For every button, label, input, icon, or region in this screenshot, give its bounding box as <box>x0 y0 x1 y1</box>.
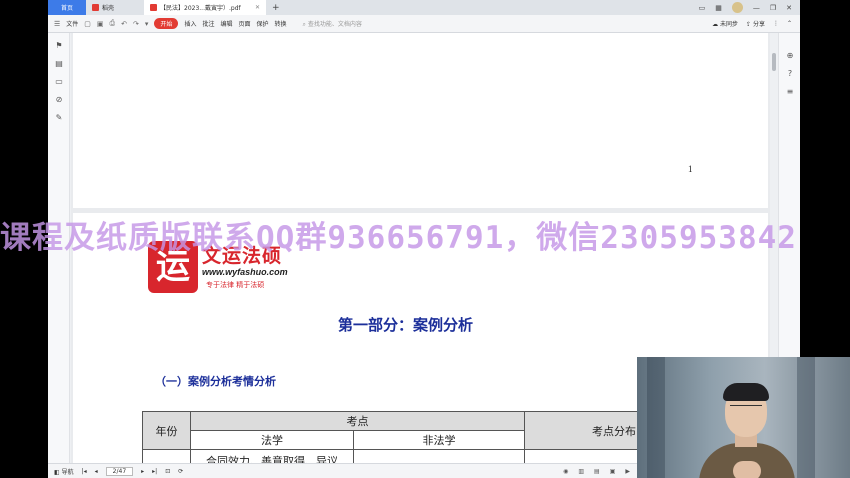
tab-home[interactable]: 首页 <box>48 0 86 15</box>
table-cell <box>353 449 525 463</box>
search-input[interactable]: ⌕ 查找功能、文档内容 <box>303 19 362 29</box>
scrollbar-thumb[interactable] <box>772 53 776 71</box>
curtain-shape <box>647 357 665 478</box>
table-header-faxue: 法学 <box>190 430 354 450</box>
comment-icon[interactable]: ▭ <box>54 77 64 87</box>
open-icon[interactable]: ▢ <box>84 20 91 28</box>
tab-page[interactable]: 页面 <box>238 19 250 28</box>
zoom-icon[interactable]: ⊕ <box>785 51 795 61</box>
watermark-text: 课程及纸质版联系QQ群936656791，微信2305953842 <box>0 220 797 256</box>
help-icon[interactable]: ? <box>785 69 795 79</box>
minimize-icon[interactable]: — <box>753 4 760 12</box>
tab-convert[interactable]: 转换 <box>275 19 287 28</box>
menu-icon[interactable]: ☰ <box>54 20 60 28</box>
rotate-icon[interactable]: ⟳ <box>178 468 183 475</box>
section-heading: 第一部分：案例分析 <box>338 316 474 334</box>
search-placeholder: 查找功能、文档内容 <box>307 20 362 28</box>
last-page-icon[interactable]: ▸| <box>152 468 157 475</box>
table-header-feifaxue: 非法学 <box>353 430 525 450</box>
prev-page-icon[interactable]: ◂ <box>95 468 98 475</box>
tab-comment[interactable]: 批注 <box>202 19 214 28</box>
close-tab-icon[interactable]: ✕ <box>255 4 260 11</box>
page-number: 1 <box>688 164 693 174</box>
table-header-year: 年份 <box>142 411 191 450</box>
screen: 首页 稻壳 【民法】2023...戴寅宇）.pdf ✕ + ▭ ▦ — ❐ ✕ <box>0 0 850 478</box>
pdf-icon <box>150 4 157 11</box>
curtain-shape <box>797 357 815 478</box>
save-icon[interactable]: ▣ <box>97 20 104 28</box>
tab-pdf-document[interactable]: 【民法】2023...戴寅宇）.pdf ✕ <box>144 0 266 15</box>
tab-edit[interactable]: 编辑 <box>220 19 232 28</box>
tab-protect[interactable]: 保护 <box>257 19 269 28</box>
nav-label: 导航 <box>61 468 74 476</box>
eye-icon[interactable]: ◉ <box>563 468 568 475</box>
tab-daoke[interactable]: 稻壳 <box>86 0 144 15</box>
webcam-overlay <box>637 357 850 478</box>
avatar[interactable] <box>731 2 743 13</box>
collapse-icon[interactable]: ⌃ <box>787 20 792 27</box>
play-icon[interactable]: ▶ <box>625 468 630 475</box>
nav-button[interactable]: ◧ 导航 <box>54 467 74 476</box>
table-header-kaodian: 考点 <box>190 411 525 431</box>
fit-page-icon[interactable]: ⊡ <box>165 468 170 475</box>
tab-insert[interactable]: 插入 <box>184 19 196 28</box>
share-icon: ⇪ <box>746 21 752 28</box>
tab-daoke-label: 稻壳 <box>102 5 115 12</box>
signature-icon[interactable]: ✎ <box>54 113 64 123</box>
table-cell <box>142 449 191 463</box>
file-menu[interactable]: 文件 <box>66 19 78 28</box>
tab-bar: 首页 稻壳 【民法】2023...戴寅宇）.pdf ✕ + ▭ ▦ — ❐ ✕ <box>48 0 800 15</box>
maximize-icon[interactable]: ❐ <box>770 4 776 12</box>
attachment-icon[interactable]: ⊘ <box>54 95 64 105</box>
person-glasses <box>730 405 762 413</box>
close-window-icon[interactable]: ✕ <box>786 4 792 12</box>
single-page-icon[interactable]: ▥ <box>578 468 584 475</box>
redo-icon[interactable]: ↷ <box>133 20 139 28</box>
nav-icon: ◧ <box>54 468 60 476</box>
more-icon[interactable]: ⋮ <box>773 20 779 27</box>
read-mode-icon[interactable]: ▣ <box>610 468 616 475</box>
double-page-icon[interactable]: ▤ <box>594 468 600 475</box>
brand-url: www.wyfashuo.com <box>202 267 288 277</box>
daoke-icon <box>92 4 99 11</box>
search-icon: ⌕ <box>302 20 306 28</box>
table-cell: 合同效力、善意取得、异议 <box>190 449 354 463</box>
tab-home-label: 首页 <box>60 5 73 12</box>
grid-icon[interactable]: ▦ <box>715 4 722 12</box>
main-toolbar: ☰ 文件 ▢ ▣ ⎙ ↶ ↷ ▾ 开始 插入 批注 编辑 页面 保护 转换 ⌕ … <box>48 15 800 33</box>
person-hand <box>733 461 761 478</box>
settings-icon[interactable]: ≡ <box>785 87 795 97</box>
new-tab-button[interactable]: + <box>266 3 286 13</box>
sync-button[interactable]: ☁ 未同步 <box>712 19 738 28</box>
tab-start[interactable]: 开始 <box>154 18 179 29</box>
brand-slogan: 专于法律 精于法硕 <box>206 281 265 289</box>
sync-label: 未同步 <box>719 21 738 28</box>
first-page-icon[interactable]: |◂ <box>82 468 87 475</box>
bookmark-icon[interactable]: ⚑ <box>54 41 64 51</box>
page-input[interactable]: 2/47 <box>105 466 134 476</box>
window-controls: ▭ ▦ — ❐ ✕ <box>699 2 800 13</box>
exam-table: 年份 考点 考点分布 法学 非法学 合同效力、善意取得、异议 <box>142 411 695 463</box>
tab-pdf-label: 【民法】2023...戴寅宇）.pdf <box>160 5 241 12</box>
toolbar-right: ☁ 未同步 ⇪ 分享 ⋮ ⌃ <box>712 19 800 28</box>
layout-icon[interactable]: ▭ <box>699 4 706 12</box>
pdf-page-1: 1 <box>73 33 768 208</box>
subsection-heading: （一）案例分析考情分析 <box>155 375 276 388</box>
undo-icon[interactable]: ↶ <box>121 20 127 28</box>
print-icon[interactable]: ⎙ <box>110 19 116 28</box>
cloud-icon: ☁ <box>712 21 719 28</box>
thumbnail-icon[interactable]: ▤ <box>54 59 64 69</box>
person-hair <box>723 383 769 401</box>
share-button[interactable]: ⇪ 分享 <box>746 19 765 28</box>
next-page-icon[interactable]: ▸ <box>141 468 144 475</box>
dropdown-icon[interactable]: ▾ <box>145 20 149 28</box>
share-label: 分享 <box>752 21 765 28</box>
